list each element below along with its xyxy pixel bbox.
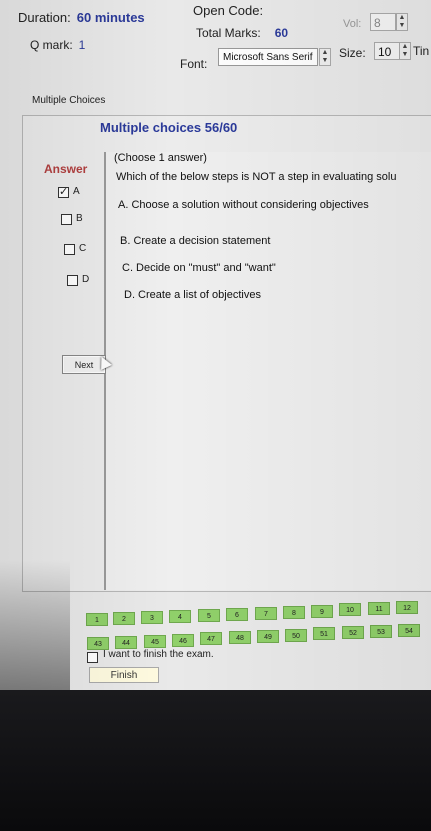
question-number-button[interactable]: 50	[285, 629, 307, 642]
open-code: Open Code:	[193, 3, 263, 18]
total-marks-label: Total Marks:	[196, 26, 261, 40]
total-marks-value: 60	[274, 26, 289, 40]
question-number-button[interactable]: 47	[200, 632, 222, 645]
finish-button[interactable]: Finish	[89, 667, 159, 683]
question-number-button[interactable]: 48	[229, 631, 251, 644]
question-number-button[interactable]: 52	[342, 626, 364, 639]
question-title: Multiple choices 56/60	[100, 120, 238, 135]
vol-spinner[interactable]: ▲ ▼	[396, 13, 408, 31]
question-instruction: (Choose 1 answer)	[114, 152, 207, 164]
duration-label: Duration:	[18, 10, 71, 25]
question-number-button[interactable]: 5	[198, 609, 220, 622]
question-number-button[interactable]: 9	[311, 605, 333, 618]
q-mark: Q mark: 1	[30, 38, 85, 52]
answer-label: Answer	[44, 162, 88, 176]
question-number-button[interactable]: 4	[169, 610, 191, 623]
answer-c-label: C	[79, 243, 87, 254]
size-input[interactable]: 10	[374, 42, 400, 60]
vol-input[interactable]: 8	[370, 13, 396, 31]
time-label: Tin	[413, 44, 430, 58]
option-a-text: A. Choose a solution without considering…	[118, 199, 369, 211]
q-mark-value: 1	[78, 38, 86, 52]
total-marks: Total Marks: 60	[196, 26, 288, 40]
question-number-button[interactable]: 44	[115, 636, 137, 649]
question-number-button[interactable]: 2	[113, 612, 135, 625]
option-c-text: C. Decide on "must" and "want"	[122, 262, 276, 274]
answer-d-label: D	[82, 274, 90, 285]
question-number-button[interactable]: 3	[141, 611, 163, 624]
answer-a-label: A	[73, 186, 80, 197]
size-label: Size:	[339, 46, 366, 60]
question-number-button[interactable]: 45	[144, 635, 166, 648]
font-select[interactable]: Microsoft Sans Serif	[218, 48, 318, 66]
duration: Duration: 60 minutes	[18, 10, 145, 25]
question-number-button[interactable]: 6	[226, 608, 248, 621]
answer-b-checkbox[interactable]	[61, 214, 72, 225]
multiple-choices-group-label: Multiple Choices	[32, 95, 106, 106]
font-label: Font:	[180, 57, 208, 71]
monitor-bezel	[0, 690, 431, 831]
question-number-button[interactable]: 10	[339, 603, 361, 616]
exam-screen: Duration: 60 minutes Open Code: Q mark: 1 …	[0, 0, 431, 690]
question-number-button[interactable]: 8	[283, 606, 305, 619]
answer-d-checkbox[interactable]	[67, 275, 78, 286]
answer-c-checkbox[interactable]	[64, 244, 75, 255]
size-spinner[interactable]: ▲ ▼	[399, 42, 411, 60]
answer-b-label: B	[76, 213, 83, 224]
q-mark-label: Q mark:	[30, 38, 73, 52]
open-code-label: Open Code:	[193, 3, 264, 18]
font-spinner[interactable]: ▲ ▼	[319, 48, 331, 66]
question-number-button[interactable]: 54	[398, 624, 420, 637]
question-number-button[interactable]: 46	[172, 634, 194, 647]
answer-a-checkbox[interactable]	[58, 185, 69, 198]
finish-exam-checkbox[interactable]	[87, 652, 98, 663]
question-number-button[interactable]: 53	[370, 625, 392, 638]
duration-value: 60 minutes	[76, 10, 145, 25]
question-number-button[interactable]: 51	[313, 627, 335, 640]
vol-label: Vol:	[343, 18, 362, 30]
finish-exam-label: I want to finish the exam.	[103, 649, 214, 660]
question-number-button[interactable]: 12	[396, 601, 418, 614]
question-content	[104, 152, 431, 590]
question-number-button[interactable]: 11	[368, 602, 390, 615]
question-number-button[interactable]: 7	[255, 607, 277, 620]
question-number-button[interactable]: 1	[86, 613, 108, 626]
option-d-text: D. Create a list of objectives	[124, 289, 261, 301]
question-text: Which of the below steps is NOT a step i…	[116, 171, 397, 183]
question-number-button[interactable]: 49	[257, 630, 279, 643]
option-b-text: B. Create a decision statement	[120, 235, 271, 247]
